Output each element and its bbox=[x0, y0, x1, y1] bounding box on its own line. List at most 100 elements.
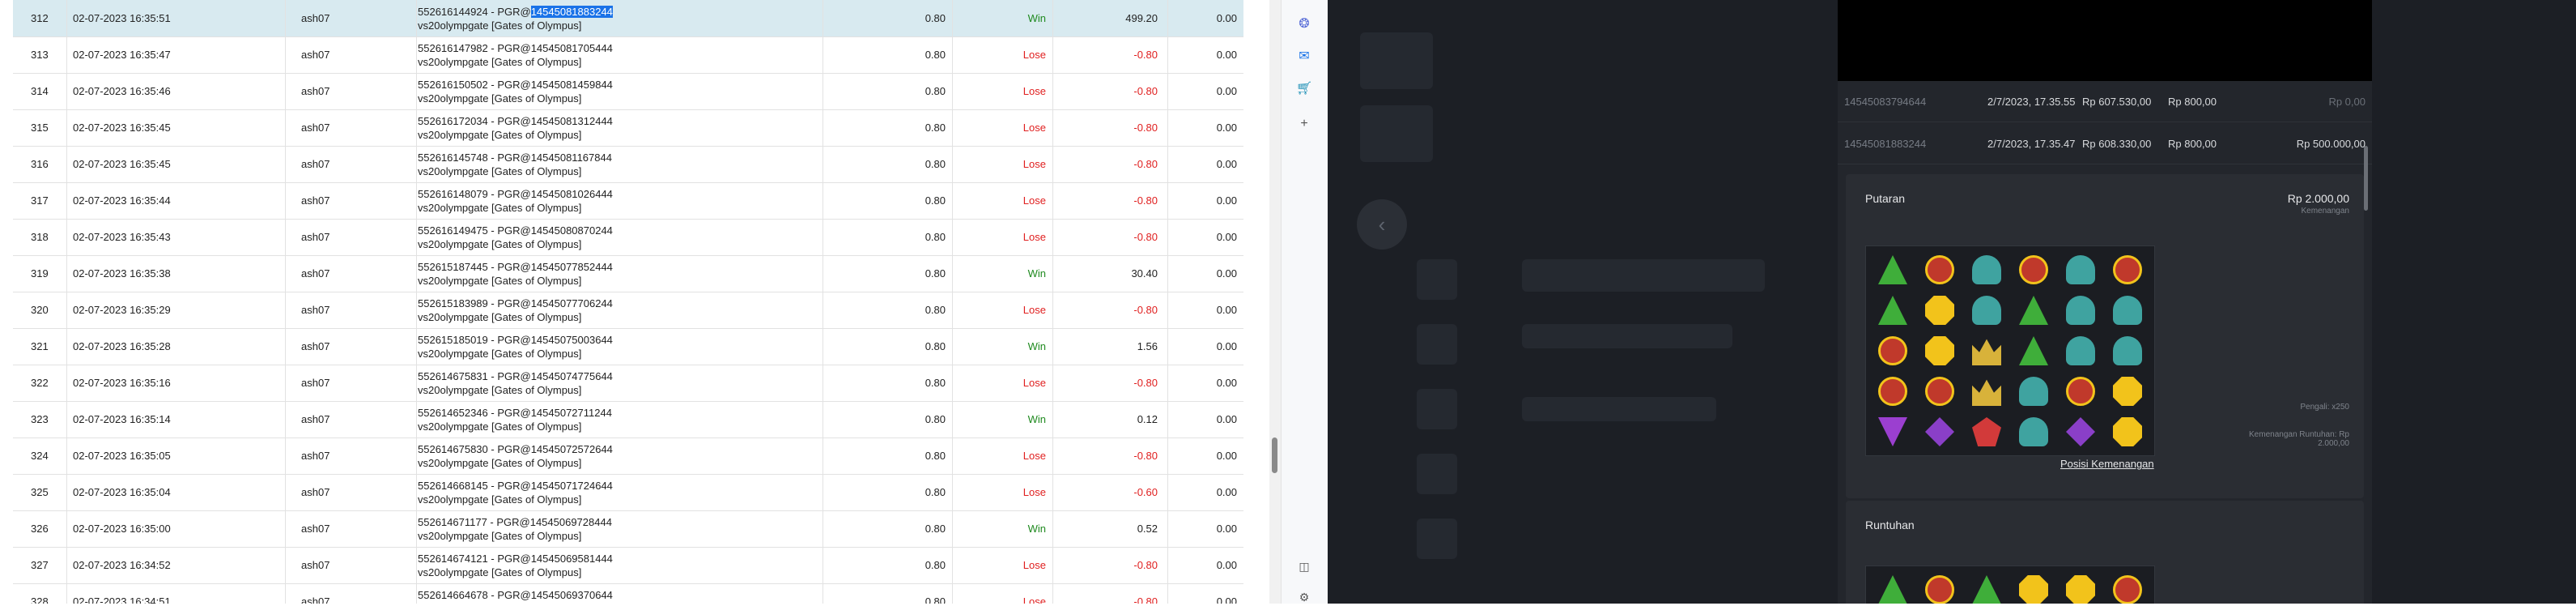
row-payout: -0.80 bbox=[1133, 158, 1158, 170]
transaction-id[interactable]: 14545080870244 bbox=[531, 224, 613, 237]
table-row[interactable]: 325 02-07-2023 16:35:04 ash07 5526146681… bbox=[13, 474, 1243, 511]
transaction-id[interactable]: 14545081026444 bbox=[531, 188, 613, 200]
table-row[interactable]: 319 02-07-2023 16:35:38 ash07 5526151874… bbox=[13, 255, 1243, 292]
row-extra: 0.00 bbox=[1216, 450, 1237, 462]
transaction-id[interactable]: 14545081705444 bbox=[531, 42, 613, 54]
row-transaction-info: 552616172034 - PGR@14545081312444 vs20ol… bbox=[418, 109, 823, 146]
row-payout: 0.12 bbox=[1137, 413, 1158, 425]
row-username: ash07 bbox=[301, 377, 330, 389]
game-name: vs20olympgate [Gates of Olympus] bbox=[418, 493, 582, 506]
transaction-id[interactable]: 14545072572644 bbox=[531, 443, 613, 455]
row-datetime: 02-07-2023 16:35:14 bbox=[73, 413, 171, 425]
table-row[interactable]: 323 02-07-2023 16:35:14 ash07 5526146523… bbox=[13, 401, 1243, 438]
blurred-menu-label bbox=[1522, 259, 1765, 292]
blurred-menu-item bbox=[1360, 32, 1433, 89]
table-row[interactable]: 322 02-07-2023 16:35:16 ash07 5526146758… bbox=[13, 365, 1243, 402]
green-gem-icon bbox=[1869, 250, 1916, 290]
row-datetime: 02-07-2023 16:35:51 bbox=[73, 12, 171, 24]
orb-gem-icon bbox=[2057, 371, 2104, 412]
row-bet: 0.80 bbox=[925, 194, 946, 207]
row-username: ash07 bbox=[301, 523, 330, 535]
row-username: ash07 bbox=[301, 267, 330, 280]
transaction-id[interactable]: 14545069581444 bbox=[531, 553, 613, 565]
purple-gem-icon bbox=[2057, 412, 2104, 452]
table-row[interactable]: 324 02-07-2023 16:35:05 ash07 5526146758… bbox=[13, 437, 1243, 475]
row-number: 323 bbox=[31, 413, 49, 425]
table-row[interactable]: 318 02-07-2023 16:35:43 ash07 5526161494… bbox=[13, 219, 1243, 256]
spin-win-amount: Rp 2.000,00 bbox=[2287, 192, 2349, 205]
transaction-prefix: 552615185019 - PGR@ bbox=[418, 333, 531, 346]
table-row[interactable]: 317 02-07-2023 16:35:44 ash07 5526161480… bbox=[13, 182, 1243, 220]
table-scrollbar[interactable] bbox=[1269, 0, 1281, 604]
blurred-menu-item bbox=[1417, 389, 1457, 429]
row-datetime: 02-07-2023 16:35:43 bbox=[73, 231, 171, 243]
table-row[interactable]: 327 02-07-2023 16:34:52 ash07 5526146741… bbox=[13, 547, 1243, 584]
transaction-id[interactable]: 14545075003644 bbox=[531, 334, 613, 346]
transaction-id[interactable]: 14545077706244 bbox=[531, 297, 613, 309]
row-extra: 0.00 bbox=[1216, 486, 1237, 498]
table-row[interactable]: 312 02-07-2023 16:35:51 ash07 5526161449… bbox=[13, 0, 1243, 37]
table-row[interactable]: 328 02-07-2023 16:34:51 ash07 5526146646… bbox=[13, 583, 1243, 604]
table-row[interactable]: 314 02-07-2023 16:35:46 ash07 5526161505… bbox=[13, 73, 1243, 110]
row-result: Win bbox=[1027, 413, 1046, 425]
table-row[interactable]: 326 02-07-2023 16:35:00 ash07 5526146711… bbox=[13, 510, 1243, 548]
row-username: ash07 bbox=[301, 450, 330, 462]
history-row[interactable]: 14545081883244 2/7/2023, 17.35.47 Rp 608… bbox=[1838, 123, 2372, 164]
back-button[interactable]: ‹ bbox=[1357, 199, 1407, 250]
row-number: 327 bbox=[31, 559, 49, 571]
green-gem-icon bbox=[1963, 570, 2010, 604]
table-scrollbar-thumb[interactable] bbox=[1272, 437, 1277, 473]
table-row[interactable]: 321 02-07-2023 16:35:28 ash07 5526151850… bbox=[13, 328, 1243, 365]
cup-gem-icon bbox=[2057, 250, 2104, 290]
row-transaction-info: 552616145748 - PGR@14545081167844 vs20ol… bbox=[418, 146, 823, 182]
row-datetime: 02-07-2023 16:35:44 bbox=[73, 194, 171, 207]
transaction-id[interactable]: 14545069370644 bbox=[531, 589, 613, 601]
transaction-id[interactable]: 14545069728444 bbox=[530, 516, 612, 528]
transaction-id[interactable]: 14545081167844 bbox=[531, 152, 612, 164]
row-payout: 30.40 bbox=[1131, 267, 1158, 280]
table-row[interactable]: 316 02-07-2023 16:35:45 ash07 5526161457… bbox=[13, 146, 1243, 183]
shopping-icon[interactable]: 🛒︎ bbox=[1295, 79, 1313, 97]
table-row[interactable]: 313 02-07-2023 16:35:47 ash07 5526161479… bbox=[13, 36, 1243, 74]
row-transaction-info: 552615185019 - PGR@14545075003644 vs20ol… bbox=[418, 328, 823, 365]
transaction-id[interactable]: 14545081312444 bbox=[531, 115, 613, 127]
cup-gem-icon bbox=[2057, 331, 2104, 371]
round-win: Rp 500.000,00 bbox=[2296, 137, 2366, 150]
game-name: vs20olympgate [Gates of Olympus] bbox=[418, 237, 582, 250]
outlook-icon[interactable]: ✉ bbox=[1295, 47, 1313, 65]
row-username: ash07 bbox=[301, 340, 330, 352]
transaction-prefix: 552616145748 - PGR@ bbox=[418, 151, 531, 164]
row-datetime: 02-07-2023 16:34:51 bbox=[73, 595, 171, 604]
table-row[interactable]: 315 02-07-2023 16:35:45 ash07 5526161720… bbox=[13, 109, 1243, 147]
row-result: Lose bbox=[1022, 158, 1046, 170]
transaction-id[interactable]: 14545077852444 bbox=[531, 261, 613, 273]
game-history-overlay: ‹ 14545083794644 2/7/2023, 17.35.55 Rp 6… bbox=[1328, 0, 2576, 604]
panel-scrollbar[interactable] bbox=[2364, 146, 2368, 211]
row-bet: 0.80 bbox=[925, 231, 946, 243]
row-number: 320 bbox=[31, 304, 49, 316]
history-row[interactable]: 14545083794644 2/7/2023, 17.35.55 Rp 607… bbox=[1838, 81, 2372, 122]
row-result: Lose bbox=[1022, 595, 1046, 604]
round-date: 2/7/2023, 17.35.47 bbox=[1987, 137, 2076, 150]
transaction-id[interactable]: 14545081459844 bbox=[531, 79, 613, 91]
add-icon[interactable]: + bbox=[1295, 115, 1313, 133]
orb-gem-icon bbox=[2010, 250, 2057, 290]
table-row[interactable]: 320 02-07-2023 16:35:29 ash07 5526151839… bbox=[13, 292, 1243, 329]
transaction-id[interactable]: 14545071724644 bbox=[531, 480, 613, 492]
copilot-icon[interactable]: ❂ bbox=[1295, 15, 1313, 32]
row-username: ash07 bbox=[301, 158, 330, 170]
row-result: Lose bbox=[1022, 486, 1046, 498]
row-username: ash07 bbox=[301, 122, 330, 134]
row-extra: 0.00 bbox=[1216, 194, 1237, 207]
yellow-gem-icon bbox=[2010, 570, 2057, 604]
transaction-id[interactable]: 14545074775644 bbox=[531, 370, 613, 382]
row-username: ash07 bbox=[301, 413, 330, 425]
row-extra: 0.00 bbox=[1216, 413, 1237, 425]
row-datetime: 02-07-2023 16:35:28 bbox=[73, 340, 171, 352]
crown-gem-icon bbox=[1963, 371, 2010, 412]
row-extra: 0.00 bbox=[1216, 595, 1237, 604]
winning-positions-link[interactable]: Posisi Kemenangan bbox=[2060, 458, 2154, 470]
transaction-id[interactable]: 14545072711244 bbox=[531, 407, 612, 419]
transaction-id[interactable]: 14545081883244 bbox=[530, 5, 613, 18]
sidebar-toggle-icon[interactable]: ◫ bbox=[1295, 557, 1313, 575]
